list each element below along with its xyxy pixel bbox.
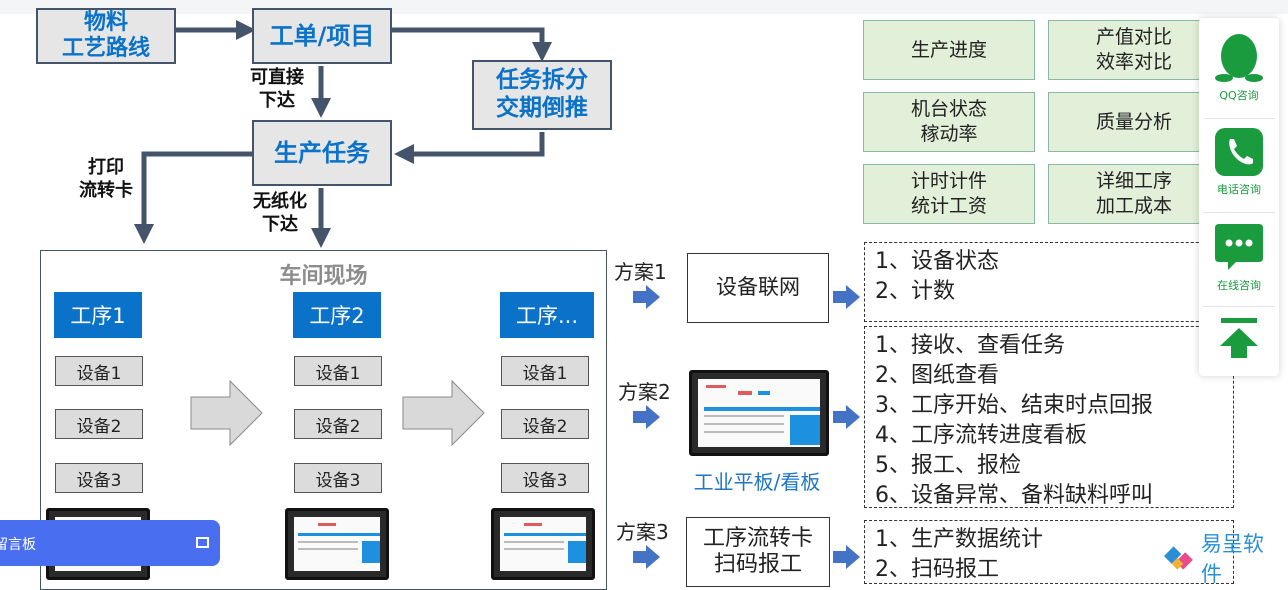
workorder-box: 工单/项目 [252, 8, 392, 64]
plan-2-label: 方案2 [618, 380, 671, 404]
plan-3-box: 工序流转卡 扫码报工 [686, 517, 830, 587]
plan-2-item-1: 1、接收、查看任务 [875, 333, 1065, 358]
paperless-note: 无纸化 下达 [253, 191, 307, 236]
arrow-up-icon [1220, 318, 1258, 358]
process-2: 工序2 [293, 292, 381, 338]
plan-2-caption: 工业平板/看板 [693, 470, 821, 494]
arrow-split-to-task [394, 132, 545, 164]
expand-window-icon[interactable] [196, 537, 209, 548]
plan-3-label: 方案3 [616, 520, 669, 544]
plan-2-tablet [689, 370, 829, 456]
message-board-label: 留言板 [0, 537, 36, 553]
task-split-box: 任务拆分 交期倒推 [472, 60, 612, 130]
flow-block-arrow-2 [402, 380, 485, 446]
report-piecework-wage: 计时计件 统计工资 [863, 164, 1035, 224]
sidebar-divider-1 [1203, 118, 1275, 119]
plan-1-label: 方案1 [614, 260, 667, 284]
plan-1-item-2: 2、计数 [875, 279, 955, 304]
workshop-tablet-2 [285, 508, 389, 580]
phone-icon [1215, 128, 1263, 176]
plan-3-arrow-out [833, 545, 860, 569]
flow-block-arrow-1 [190, 380, 263, 446]
online-consult-label: 在线咨询 [1217, 279, 1261, 292]
plan-2-item-6: 6、设备异常、备料缺料呼叫 [875, 483, 1153, 508]
online-consult-button[interactable]: 在线咨询 [1199, 222, 1279, 293]
plan-1-arrow-in [633, 285, 660, 309]
sidebar-divider-3 [1203, 306, 1275, 307]
plan-2-arrow-in [633, 405, 660, 429]
plan-1-list: 1、设备状态 2、计数 [864, 242, 1234, 322]
report-value-efficiency: 产值对比 效率对比 [1048, 20, 1220, 80]
direct-issue-note: 可直接 下达 [250, 67, 304, 112]
contact-sidebar: QQ咨询 电话咨询 在线咨询 [1199, 18, 1279, 376]
phone-consult-button[interactable]: 电话咨询 [1199, 126, 1279, 197]
plan-2-item-2: 2、图纸查看 [875, 363, 999, 388]
device-3-col2: 设备3 [294, 463, 382, 493]
qq-consult-label: QQ咨询 [1219, 89, 1259, 102]
process-more: 工序... [500, 292, 594, 338]
back-to-top-button[interactable] [1199, 316, 1279, 365]
qq-consult-button[interactable]: QQ咨询 [1199, 32, 1279, 103]
arrow-task-to-printcard [134, 151, 252, 244]
brand-logo-icon [1163, 546, 1193, 570]
device-3-col3: 设备3 [501, 463, 589, 493]
process-1: 工序1 [54, 292, 142, 338]
device-2-col3: 设备2 [501, 409, 589, 439]
plan-2-item-5: 5、报工、报检 [875, 453, 1021, 478]
sidebar-divider-2 [1203, 212, 1275, 213]
plan-2-arrow-out [833, 405, 860, 429]
device-1-col1: 设备1 [55, 356, 143, 386]
report-production-progress: 生产进度 [863, 20, 1035, 80]
workshop-title: 车间现场 [279, 264, 368, 289]
material-route-box: 物料 工艺路线 [36, 8, 176, 64]
qq-icon [1215, 34, 1263, 82]
device-1-col2: 设备1 [294, 356, 382, 386]
device-2-col1: 设备2 [55, 409, 143, 439]
plan-2-item-3: 3、工序开始、结束时点回报 [875, 393, 1153, 418]
phone-consult-label: 电话咨询 [1217, 183, 1261, 196]
brand-name: 易呈软件 [1200, 532, 1264, 586]
plan-3-arrow-in [633, 545, 660, 569]
workshop-tablet-3 [491, 508, 595, 580]
chat-icon [1215, 224, 1263, 270]
message-board-bar[interactable]: 留言板 [0, 520, 220, 566]
plan-1-item-1: 1、设备状态 [875, 249, 999, 274]
plan-2-list: 1、接收、查看任务 2、图纸查看 3、工序开始、结束时点回报 4、工序流转进度看… [864, 326, 1234, 508]
device-1-col3: 设备1 [501, 356, 589, 386]
arrow-workorder-to-split [392, 27, 552, 62]
plan-2-item-4: 4、工序流转进度看板 [875, 423, 1087, 448]
brand-logo: 易呈软件 [1162, 532, 1282, 586]
production-task-box: 生产任务 [252, 120, 392, 186]
plan-1-arrow-out [833, 285, 860, 309]
device-3-col1: 设备3 [55, 463, 143, 493]
print-card-note: 打印 流转卡 [79, 157, 133, 202]
device-2-col2: 设备2 [294, 409, 382, 439]
report-machine-status: 机台状态 稼动率 [863, 92, 1035, 152]
plan-1-box: 设备联网 [687, 253, 829, 323]
report-process-cost: 详细工序 加工成本 [1048, 164, 1220, 224]
report-quality: 质量分析 [1048, 92, 1220, 152]
